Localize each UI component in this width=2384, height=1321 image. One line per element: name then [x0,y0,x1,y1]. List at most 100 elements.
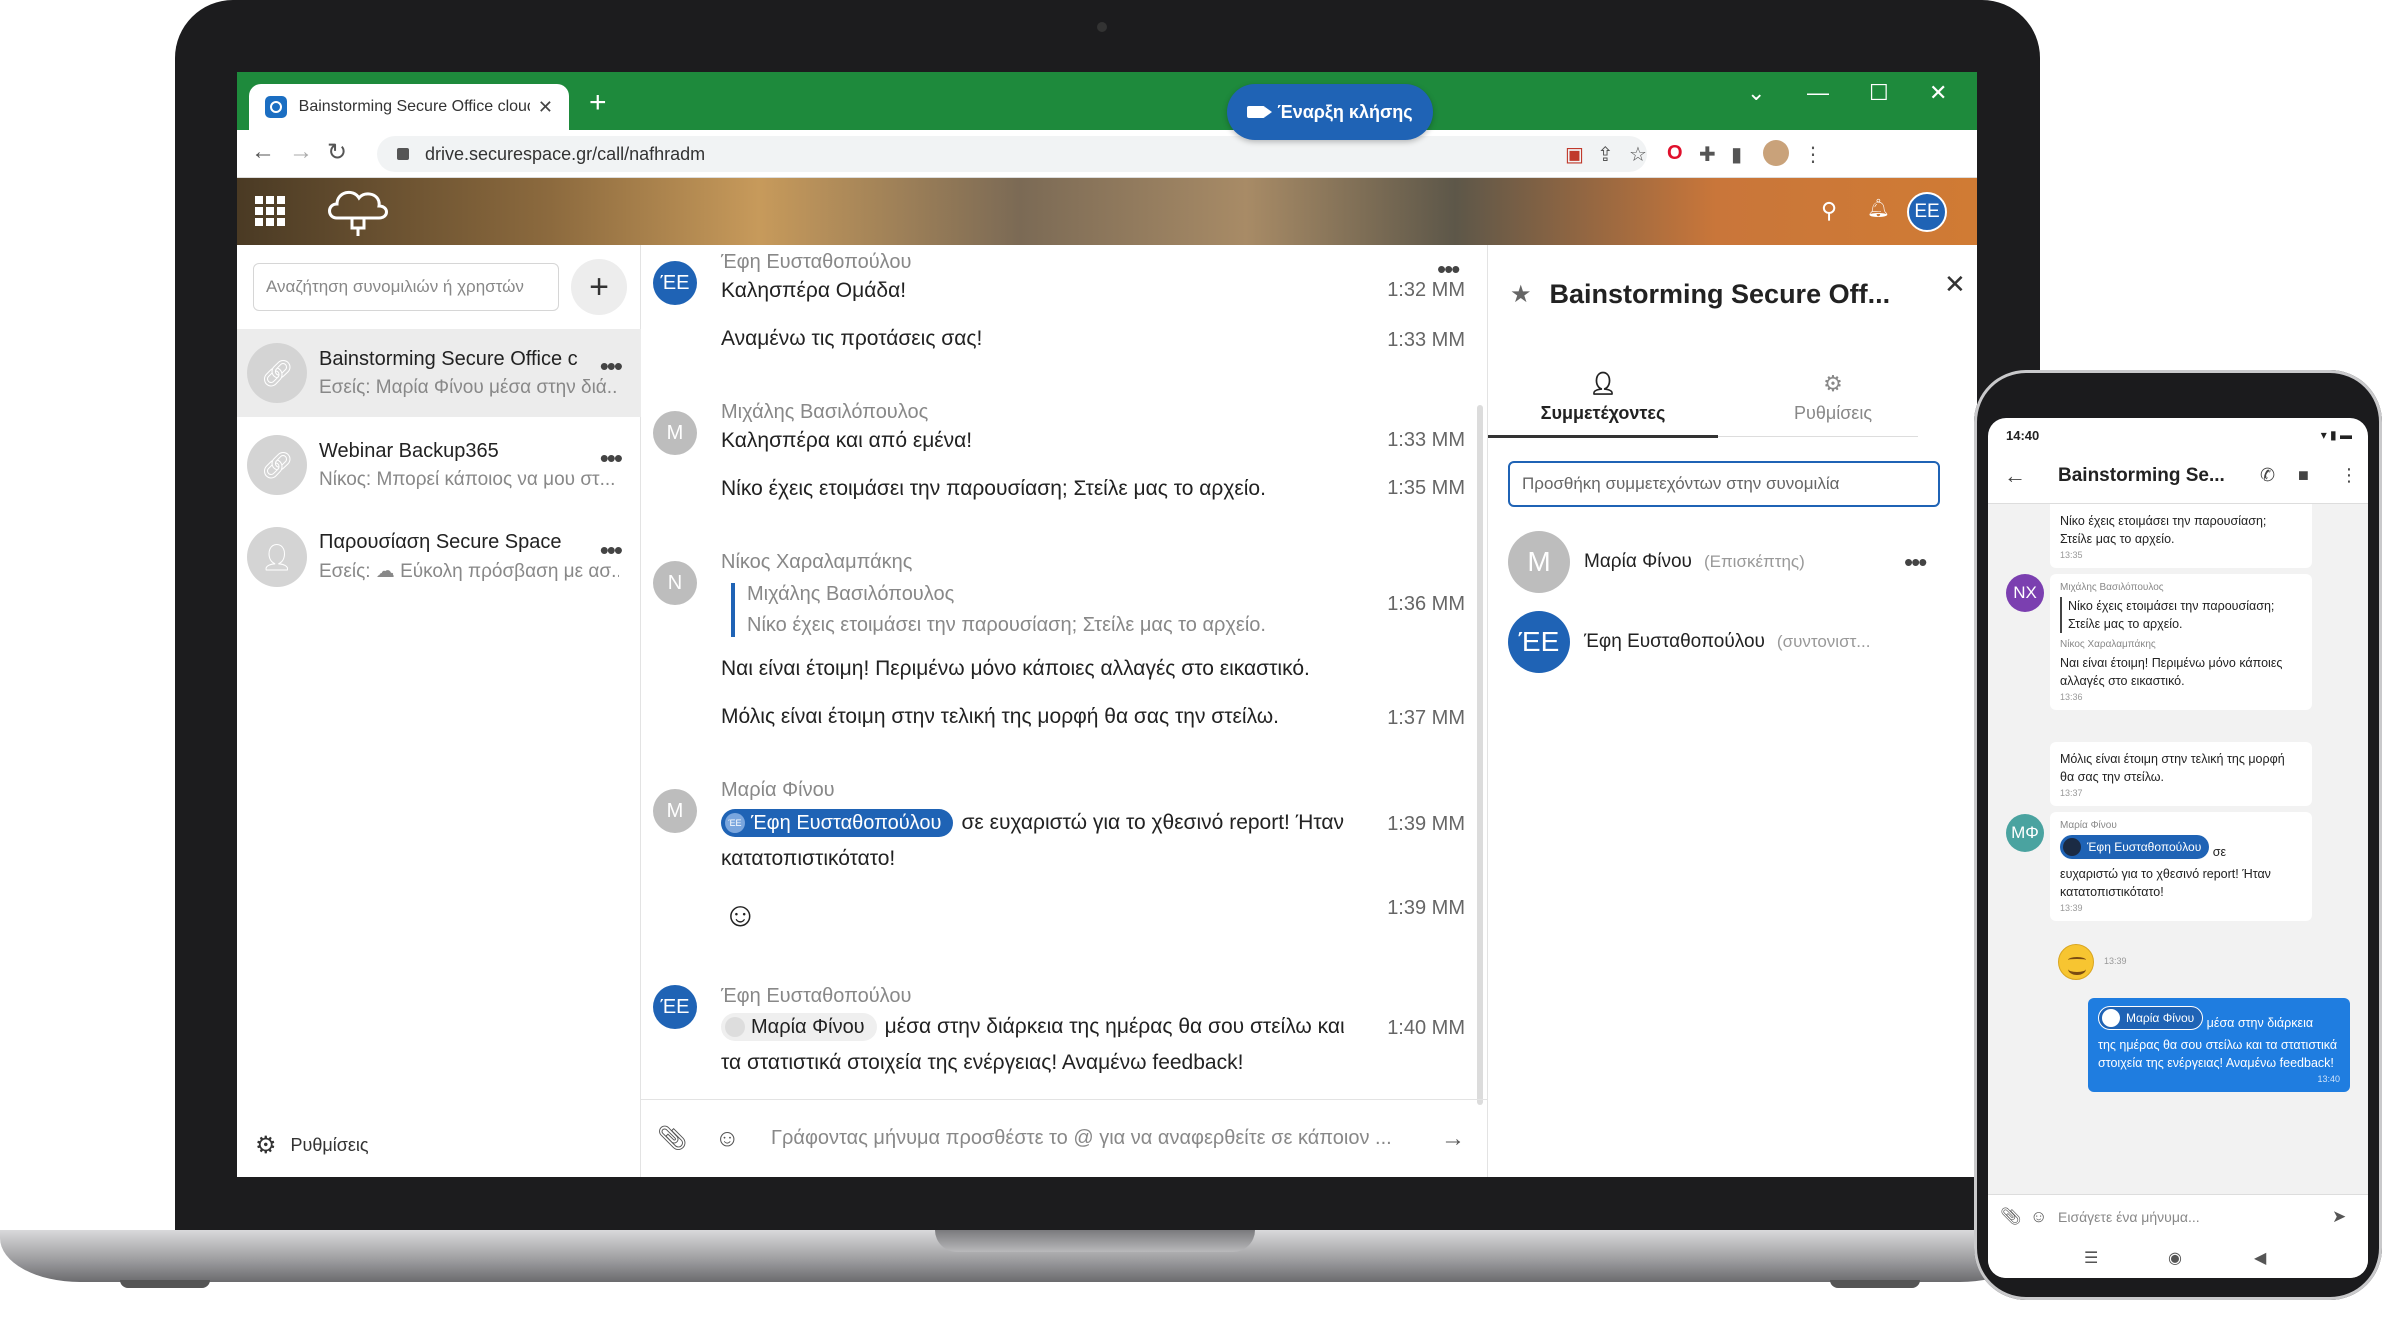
send-icon[interactable]: ➤ [2332,1207,2346,1227]
bubble-quote: Νίκο έχεις ετοιμάσει την παρουσίαση; Στε… [2060,597,2302,633]
notifications-icon[interactable]: 🔔︎ [1867,198,1890,219]
group-icon: 👤︎ [247,527,307,587]
extensions-icon[interactable]: ✚ [1699,142,1716,167]
status-time: 14:40 [2006,428,2040,443]
back-arrow-icon[interactable]: ← [2004,463,2026,489]
add-participants-input[interactable]: Προσθήκη συμμετεχόντων στην συνομιλία [1508,461,1940,507]
user-avatar[interactable]: ΕΕ [1907,192,1947,232]
conversation-item[interactable]: 👤︎ Παρουσίαση Secure Space Εσείς: ☁ Εύκο… [237,513,641,601]
tab-close-icon[interactable]: ✕ [538,97,553,118]
attach-paperclip-icon[interactable]: 📎︎ [2000,1207,2022,1227]
browser-toolbar: ← → ↻ drive.securespace.gr/call/nafhradm… [237,130,1977,178]
conversation-more-icon[interactable]: ••• [600,351,623,382]
settings-link[interactable]: ⚙ Ρυθμίσεις [255,1131,369,1160]
mention-chip[interactable]: Έφη Ευσταθοπούλου [2060,835,2210,859]
app-menu-grid-icon[interactable] [255,196,285,226]
bookmark-star-icon[interactable]: ☆ [1629,142,1647,167]
message-text-part: μέσα στην διάρκεια της ημέρας θα σου στε… [884,1015,1345,1038]
message-text: τα στατιστικά στοιχεία της ενέργειας! Αν… [721,1051,1244,1074]
panel-title-text: Bainstorming Secure Off... [1549,279,1891,309]
participant-row[interactable]: ΈΕ Έφη Ευσταθοπούλου (συντονιστ... [1508,611,1870,673]
mention-chip[interactable]: ΈΕ Έφη Ευσταθοπούλου [721,809,954,838]
bubble-time: 13:37 [2060,788,2083,798]
avatar: ΈΕ [653,261,697,305]
browser-tab[interactable]: Bainstorming Secure Office cloud ✕ [249,84,569,130]
avatar: ΜΦ [2006,814,2044,852]
conversation-name: Webinar Backup365 [319,439,499,462]
conversation-name: Bainstorming Secure Office c... [319,347,579,370]
forward-icon[interactable]: → [289,138,313,166]
avatar: Μ [653,789,697,833]
menu-kebab-icon[interactable]: ⋮ [1803,142,1823,167]
message-composer: 📎︎ ☺ Γράφοντας μήνυμα προσθέστε το @ για… [641,1099,1487,1177]
quoted-message: Μιχάλης Βασιλόπουλος Νίκο έχεις ετοιμάσε… [731,583,1266,637]
address-bar[interactable]: drive.securespace.gr/call/nafhradm [377,136,1647,172]
conversation-more-icon[interactable]: ••• [600,535,623,566]
mention-name: Μαρία Φίνου [751,1016,865,1039]
send-arrow-icon[interactable]: → [1441,1125,1465,1153]
mention-chip[interactable]: Μαρία Φίνου [721,1013,877,1042]
quote-author: Μιχάλης Βασιλόπουλος [747,583,955,605]
chat-more-icon[interactable]: ••• [1437,254,1460,285]
back-icon[interactable]: ◀ [2254,1248,2266,1268]
attach-paperclip-icon[interactable]: 📎︎ [657,1124,687,1153]
home-icon[interactable]: ◉ [2168,1248,2182,1268]
message-time: 1:35 ΜΜ [1387,477,1465,499]
minimize-button[interactable]: — [1807,80,1829,106]
reload-icon[interactable]: ↻ [327,138,347,167]
phone-menu-icon[interactable]: ⋮ [2340,465,2358,486]
add-conversation-button[interactable]: + [571,259,627,315]
tab-underline [1488,435,1918,438]
mention-chip[interactable]: Μαρία Φίνου [2098,1006,2204,1030]
cloud-logo-icon[interactable] [323,184,393,240]
conversation-item[interactable]: 🔗︎ Webinar Backup365 Νίκος: Μπορεί κάποι… [237,421,641,509]
bubble-text-part: σε [2212,845,2227,859]
address-url: drive.securespace.gr/call/nafhradm [425,143,706,164]
back-icon[interactable]: ← [251,138,275,166]
participant-more-icon[interactable]: ••• [1904,547,1927,578]
close-panel-icon[interactable]: ✕ [1944,269,1966,300]
blocked-icon[interactable]: ▣ [1565,142,1584,167]
bubble-text-part: μέσα στην διάρκεια [2206,1016,2314,1030]
bubble-text: Νίκο έχεις ετοιμάσει την παρουσίαση; Στε… [2060,514,2267,546]
search-input[interactable]: Αναζήτηση συνομιλιών ή χρηστών [253,263,559,311]
message-text: Καλησπέρα και από εμένα! [721,429,973,452]
conversation-more-icon[interactable]: ••• [600,443,623,474]
message-author: Μιχάλης Βασιλόπουλος [721,401,929,423]
tab-settings[interactable]: ⚙ Ρυθμίσεις [1718,371,1948,424]
conversation-details-panel: ★ Bainstorming Secure Off... ✕ 👤︎ Συμμετ… [1487,245,1977,1177]
start-call-label: Έναρξη κλήσης [1277,101,1413,122]
message-text-part: σε ευχαριστώ για το χθεσινό report! Ήταν [961,811,1344,834]
phone-call-icon[interactable]: ✆ [2260,465,2275,486]
app-header: ⚲ 🔔︎ ΕΕ [237,178,1977,245]
bubble-time: 13:35 [2060,550,2083,560]
tab-search-icon[interactable]: ⌄ [1747,80,1765,106]
phone-message-input[interactable]: Εισάγετε ένα μήνυμα... [2058,1209,2200,1225]
phone-composer: 📎︎ ☺ Εισάγετε ένα μήνυμα... ➤ [1988,1194,2368,1238]
opera-icon[interactable]: O [1667,142,1683,165]
search-icon[interactable]: ⚲ [1821,198,1837,224]
chat-scrollbar[interactable] [1477,405,1483,1105]
side-panel-icon[interactable]: ▮ [1731,142,1742,167]
video-call-icon[interactable]: ■ [2298,465,2309,486]
conversation-sidebar: Αναζήτηση συνομιλιών ή χρηστών + 🔗︎ Bain… [237,245,641,1177]
message-text: Αναμένω τις προτάσεις σας! [721,327,983,350]
emoji-picker-icon[interactable]: ☺ [715,1125,740,1153]
start-call-button[interactable]: Έναρξη κλήσης [1227,84,1433,140]
message-author: Νίκος Χαραλαμπάκης [721,551,913,573]
message-input[interactable]: Γράφοντας μήνυμα προσθέστε το @ για να α… [771,1127,1411,1150]
favorite-star-icon[interactable]: ★ [1510,280,1532,309]
recent-apps-icon[interactable]: ☰ [2084,1248,2098,1268]
tab-participants[interactable]: 👤︎ Συμμετέχοντες [1488,371,1718,424]
mention-name: Έφη Ευσταθοπούλου [751,812,942,835]
close-window-button[interactable]: ✕ [1929,80,1947,106]
new-tab-button[interactable]: + [589,86,607,120]
maximize-button[interactable]: ☐ [1869,80,1889,106]
profile-avatar[interactable] [1763,140,1789,166]
share-icon[interactable]: ⇪ [1597,142,1614,167]
emoji-picker-icon[interactable]: ☺ [2030,1207,2047,1227]
android-nav-bar: ☰ ◉ ◀ [1988,1238,2368,1278]
avatar: Ν [653,561,697,605]
conversation-item[interactable]: 🔗︎ Bainstorming Secure Office c... Εσείς… [237,329,641,417]
participant-row[interactable]: Μ Μαρία Φίνου (Επισκέπτης) ••• [1508,531,1927,593]
